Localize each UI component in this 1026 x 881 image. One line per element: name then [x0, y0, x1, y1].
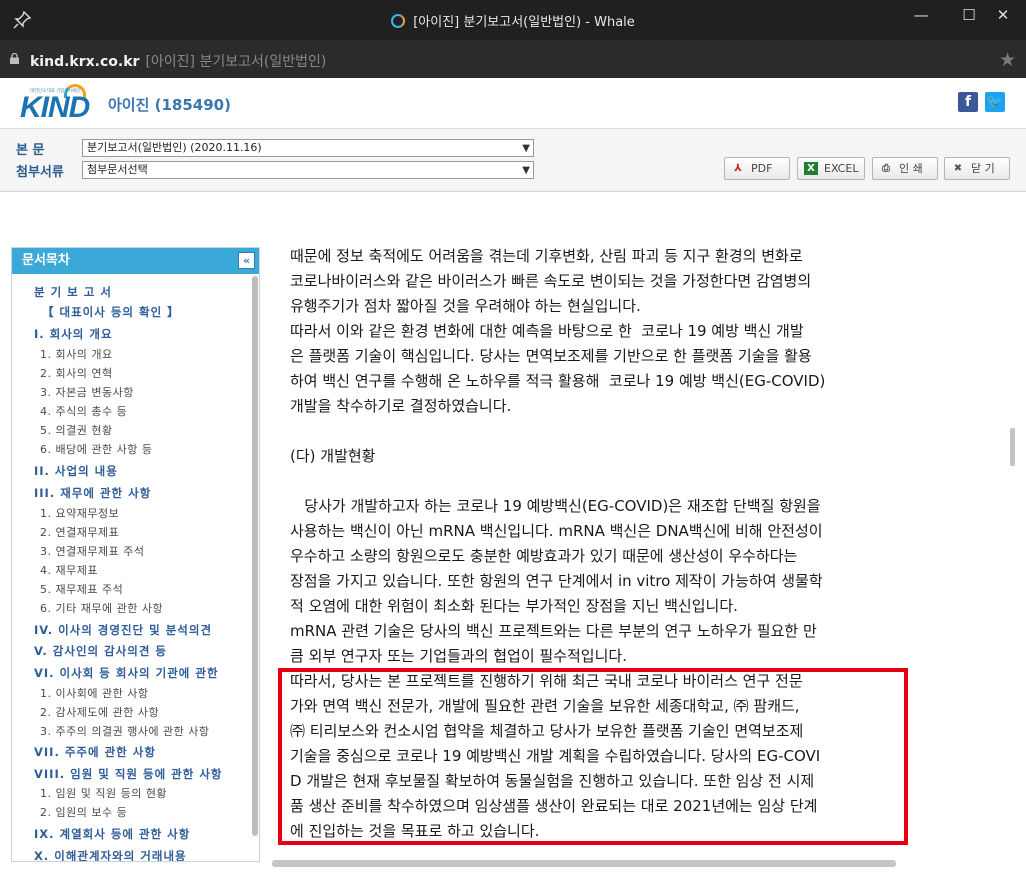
toc-item[interactable]: V. 감사인의 감사의견 등: [34, 643, 167, 659]
close-label: 닫 기: [971, 162, 995, 175]
kind-logo[interactable]: 대한민국 대표 기업공시채널 KIND: [18, 82, 90, 124]
pdf-label: PDF: [751, 162, 773, 175]
collapse-icon[interactable]: «: [238, 252, 255, 269]
excel-label: EXCEL: [824, 162, 859, 175]
kind-header: 대한민국 대표 기업공시채널 KIND 아이진 (185490) f 🐦: [0, 78, 1026, 128]
toc-item[interactable]: 3. 연결재무제표 주석: [40, 543, 144, 559]
toc-item[interactable]: 1. 이사회에 관한 사항: [40, 685, 148, 701]
toc-header: 문서목차 «: [12, 248, 259, 274]
bookmark-star-icon[interactable]: ★: [999, 49, 1016, 71]
print-button[interactable]: ⎙ 인 쇄: [872, 157, 938, 180]
close-icon: ✖: [953, 163, 963, 174]
content-line: 큼 외부 연구자 또는 기업들과의 협업이 필수적입니다.: [290, 647, 627, 665]
facebook-share-icon[interactable]: f: [958, 92, 978, 112]
content-line: 때문에 정보 축적에도 어려움을 겪는데 기후변화, 산림 파괴 등 지구 환경…: [290, 247, 803, 265]
content-line: 은 플랫폼 기술이 핵심입니다. 당사는 면역보조제를 기반으로 한 플랫폼 기…: [290, 347, 812, 365]
content-line: 장점을 가지고 있습니다. 또한 항원의 연구 단계에서 in vitro 제작…: [290, 572, 823, 590]
chevron-down-icon: ▼: [522, 143, 530, 154]
toc-item[interactable]: 4. 주식의 총수 등: [40, 403, 127, 419]
toc-item[interactable]: 5. 의결권 현황: [40, 422, 113, 438]
content-line: 코로나바이러스와 같은 바이러스가 빠른 속도로 변이되는 것을 가정한다면 감…: [290, 272, 812, 290]
content-line: 개발을 착수하기로 결정하였습니다.: [290, 397, 512, 415]
table-of-contents: 문서목차 « 분 기 보 고 서 【 대표이사 등의 확인 】 I. 회사의 개요 1.…: [11, 247, 260, 862]
toc-item[interactable]: 1. 임원 및 직원 등의 현황: [40, 785, 167, 801]
company-name: 아이진 (185490): [108, 96, 231, 114]
toc-list: 분 기 보 고 서 【 대표이사 등의 확인 】 I. 회사의 개요 1. 회사의 개…: [12, 274, 251, 861]
content-line: 우수하고 소량의 항원으로도 충분한 예방효과가 있기 때문에 생산성이 우수하…: [290, 547, 798, 565]
toc-item[interactable]: I. 회사의 개요: [34, 326, 113, 342]
close-doc-button[interactable]: ✖ 닫 기: [944, 157, 1010, 180]
toc-item[interactable]: 2. 회사의 연혁: [40, 365, 113, 381]
main-doc-value: 분기보고서(일반법인) (2020.11.16): [87, 141, 262, 154]
chevron-down-icon: ▼: [522, 165, 530, 176]
minimize-button[interactable]: —: [898, 2, 944, 32]
toc-item[interactable]: IV. 이사의 경영진단 및 분석의견: [34, 622, 212, 638]
main-area: 문서목차 « 분 기 보 고 서 【 대표이사 등의 확인 】 I. 회사의 개요 1.…: [0, 192, 1026, 881]
print-label: 인 쇄: [899, 162, 923, 175]
toc-title: 문서목차: [22, 253, 70, 268]
main-doc-select[interactable]: 분기보고서(일반법인) (2020.11.16) ▼: [82, 139, 534, 157]
highlight-box: [278, 668, 908, 845]
toc-item[interactable]: II. 사업의 내용: [34, 463, 118, 479]
content-line: (다) 개발현황: [290, 447, 376, 465]
toc-item[interactable]: VIII. 임원 및 직원 등에 관한 사항: [34, 766, 223, 782]
excel-icon: X: [804, 162, 818, 175]
toc-item[interactable]: 1. 회사의 개요: [40, 346, 113, 362]
toc-item[interactable]: 5. 재무제표 주석: [40, 581, 123, 597]
logo-text: KIND: [20, 91, 90, 124]
content-line: 유행주기가 점차 짧아질 것을 우려해야 하는 현실입니다.: [290, 297, 641, 315]
toc-item[interactable]: 【 대표이사 등의 확인 】: [42, 304, 180, 320]
attach-doc-value: 첨부문서선택: [87, 163, 148, 176]
whale-logo-icon: [391, 14, 406, 28]
window-title: [아이진] 분기보고서(일반법인) - Whale: [0, 11, 1026, 30]
toc-item[interactable]: 분 기 보 고 서: [34, 284, 112, 300]
toc-item[interactable]: 3. 주주의 의결권 행사에 관한 사항: [40, 723, 210, 739]
attach-doc-label: 첨부서류: [16, 165, 64, 180]
window-titlebar: [아이진] 분기보고서(일반법인) - Whale — ☐ ✕: [0, 0, 1026, 40]
content-line: 당사가 개발하고자 하는 코로나 19 예방백신(EG-COVID)은 재조합 …: [290, 497, 821, 515]
window-title-text: [아이진] 분기보고서(일반법인) - Whale: [413, 15, 635, 30]
close-window-button[interactable]: ✕: [980, 2, 1026, 32]
toc-item[interactable]: III. 재무에 관한 사항: [34, 485, 151, 501]
twitter-share-icon[interactable]: 🐦: [985, 92, 1005, 112]
toc-scrollbar[interactable]: [252, 276, 258, 836]
toc-item[interactable]: X. 이해관계자와의 거래내용: [34, 848, 187, 861]
lock-icon: [10, 53, 19, 64]
toc-item[interactable]: 6. 기타 재무에 관한 사항: [40, 600, 163, 616]
toc-item[interactable]: VI. 이사회 등 회사의 기관에 관한: [34, 665, 219, 681]
toc-item[interactable]: 6. 배당에 관한 사항 등: [40, 441, 152, 457]
url-host: kind.krx.co.kr: [30, 54, 140, 70]
main-doc-label: 본 문: [16, 143, 45, 158]
printer-icon: ⎙: [882, 163, 890, 174]
toc-item[interactable]: IX. 계열회사 등에 관한 사항: [34, 826, 190, 842]
url-page-title: [아이진] 분기보고서(일반법인): [145, 54, 327, 70]
toc-item[interactable]: 3. 자본금 변동사항: [40, 384, 134, 400]
attach-doc-select[interactable]: 첨부문서선택 ▼: [82, 161, 534, 179]
content-line: 사용하는 백신이 아닌 mRNA 백신입니다. mRNA 백신은 DNA백신에 …: [290, 522, 823, 540]
pdf-icon: ⅄: [734, 163, 742, 174]
content-line: 하여 백신 연구를 수행해 온 노하우를 적극 활용해 코로나 19 예방 백신…: [290, 372, 826, 390]
pdf-button[interactable]: ⅄ PDF: [724, 157, 790, 180]
vertical-scrollbar[interactable]: [1010, 428, 1015, 466]
toc-item[interactable]: 2. 연결재무제표: [40, 524, 119, 540]
toc-item[interactable]: 2. 임원의 보수 등: [40, 804, 127, 820]
toc-item[interactable]: 2. 감사제도에 관한 사항: [40, 704, 159, 720]
content-line: mRNA 관련 기술은 당사의 백신 프로젝트와는 다른 부분의 연구 노하우가…: [290, 622, 817, 640]
excel-button[interactable]: X EXCEL: [797, 157, 865, 180]
toc-item[interactable]: 4. 재무제표: [40, 562, 98, 578]
url-text[interactable]: kind.krx.co.kr [아이진] 분기보고서(일반법인): [30, 51, 326, 71]
document-toolbar: 본 문 분기보고서(일반법인) (2020.11.16) ▼ 첨부서류 첨부문서선…: [0, 128, 1026, 192]
content-line: 따라서 이와 같은 환경 변화에 대한 예측을 바탕으로 한 코로나 19 예방…: [290, 322, 804, 340]
content-line: 적 오염에 대한 위험이 최소화 된다는 부가적인 장점을 지닌 백신입니다.: [290, 597, 738, 615]
toc-item[interactable]: 1. 요약재무정보: [40, 505, 119, 521]
toc-item[interactable]: VII. 주주에 관한 사항: [34, 744, 156, 760]
address-bar[interactable]: kind.krx.co.kr [아이진] 분기보고서(일반법인) ★: [0, 40, 1026, 78]
horizontal-scrollbar[interactable]: [272, 860, 896, 867]
